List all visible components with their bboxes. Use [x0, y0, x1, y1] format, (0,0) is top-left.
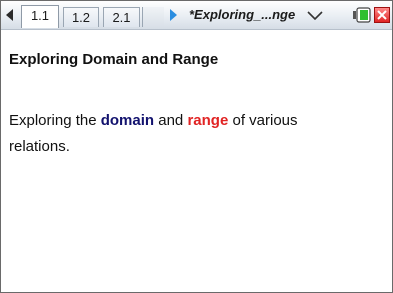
- notes-content[interactable]: Exploring Domain and Range Exploring the…: [1, 30, 392, 292]
- chevron-down-icon[interactable]: [307, 11, 323, 20]
- document-window: 1.1 1.2 2.1 *Exploring_...nge Exploring …: [0, 0, 393, 293]
- page-heading: Exploring Domain and Range: [9, 51, 219, 68]
- range-keyword: range: [187, 112, 229, 129]
- paragraph-middle: and: [154, 112, 188, 129]
- description-paragraph: Exploring the domain and range of variou…: [9, 69, 349, 160]
- tab-2-1[interactable]: 2.1: [103, 7, 140, 27]
- tab-1-2[interactable]: 1.2: [63, 7, 99, 27]
- page-tab-bar: 1.1 1.2 2.1 *Exploring_...nge: [1, 1, 392, 30]
- left-arrow-icon[interactable]: [6, 9, 13, 21]
- right-arrow-icon[interactable]: [170, 9, 177, 21]
- tab-overflow-area: [142, 7, 164, 27]
- document-title[interactable]: *Exploring_...nge: [189, 6, 295, 24]
- tab-1-1[interactable]: 1.1: [21, 5, 59, 28]
- close-icon[interactable]: [374, 7, 390, 23]
- domain-keyword: domain: [100, 112, 155, 129]
- paragraph-prefix: Exploring the: [9, 112, 101, 129]
- battery-icon: [353, 7, 371, 23]
